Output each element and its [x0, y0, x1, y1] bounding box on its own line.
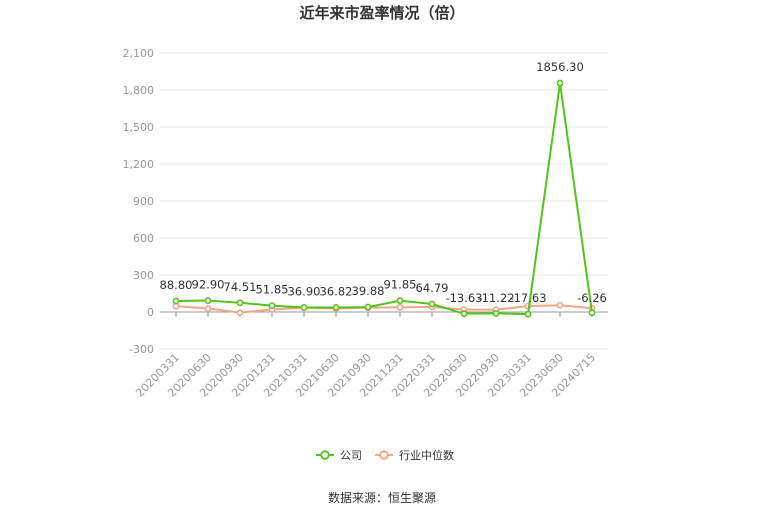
data-label: 36.90 — [288, 284, 321, 298]
legend-label: 行业中位数 — [399, 448, 454, 462]
data-label: 92.90 — [192, 278, 225, 292]
data-label: 64.79 — [416, 281, 449, 295]
data-label: -6.26 — [577, 291, 607, 305]
data-point — [364, 303, 372, 311]
y-tick-label: 2,100 — [123, 47, 155, 60]
data-point — [460, 310, 468, 318]
data-point — [236, 309, 244, 317]
chart: 近年来市盈率情况（倍） 2,100 1,800 1,500 1,200 900 600 30… — [123, 4, 608, 505]
data-point — [588, 309, 596, 317]
data-label: 91.85 — [384, 278, 417, 292]
legend-marker — [320, 450, 330, 460]
data-point — [428, 300, 436, 308]
data-label: 36.82 — [320, 284, 353, 298]
data-label: 74.51 — [224, 280, 257, 294]
y-tick-label: 1,500 — [123, 121, 155, 134]
x-axis: 2020033120200630202009302020123120210331… — [133, 312, 598, 400]
source-note: 数据来源：恒生聚源 — [328, 490, 436, 505]
data-point — [524, 310, 532, 318]
data-point — [268, 302, 276, 310]
legend-label: 公司 — [340, 449, 362, 462]
data-label: 39.88 — [352, 284, 385, 298]
data-point — [204, 305, 212, 312]
y-tick-label: 0 — [147, 306, 154, 319]
y-axis: 2,100 1,800 1,500 1,200 900 600 300 0 -300 — [123, 47, 155, 356]
data-label: 1856.30 — [536, 60, 584, 74]
y-tick-label: 600 — [133, 232, 154, 245]
y-tick-label: -300 — [129, 343, 154, 356]
data-point — [204, 297, 212, 304]
y-tick-label: 900 — [133, 195, 154, 208]
legend: 公司 行业中位数 — [316, 448, 454, 462]
legend-item-1: 行业中位数 — [375, 448, 454, 462]
y-tick-label: 1,200 — [123, 158, 155, 171]
legend-marker — [379, 450, 389, 460]
legend-item-0: 公司 — [316, 449, 362, 462]
data-point — [300, 304, 308, 311]
data-labels: 88.80 92.90 74.51 51.85 36.90 36.82 39.88 91.85… — [160, 60, 607, 305]
chart-title: 近年来市盈率情况（倍） — [299, 4, 464, 22]
data-point — [396, 297, 404, 305]
data-point — [172, 297, 180, 305]
data-label: 88.80 — [160, 278, 193, 292]
y-tick-label: 300 — [133, 269, 154, 282]
data-point — [556, 79, 564, 87]
y-tick-label: 1,800 — [123, 84, 155, 97]
data-point — [492, 309, 500, 317]
data-point — [556, 301, 564, 309]
data-label: 51.85 — [256, 283, 289, 297]
data-point — [332, 304, 340, 311]
data-point — [236, 299, 244, 307]
data-label: -17.63 — [509, 291, 546, 305]
data-point — [396, 303, 404, 311]
